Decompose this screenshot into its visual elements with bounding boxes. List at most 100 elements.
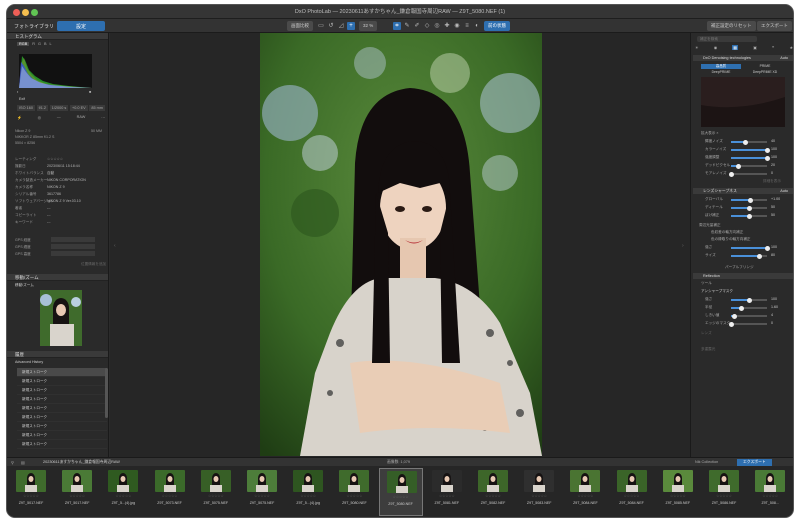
light-palette-icon[interactable]: ☀	[695, 45, 698, 50]
local-adjust-icon[interactable]: ◎	[433, 22, 441, 30]
multi-exposure-label[interactable]: 多重露光	[701, 347, 715, 352]
slider-knob[interactable]	[746, 213, 752, 219]
geometry-palette-icon[interactable]: ▣	[753, 45, 757, 50]
thumbnail-rating[interactable]: ☆☆☆☆☆	[702, 494, 746, 498]
adjustment-slider[interactable]	[731, 297, 767, 303]
slider-value[interactable]: 100	[771, 147, 777, 151]
slider-value[interactable]: 50	[771, 213, 775, 217]
chromatic-fringe-label[interactable]: 色の縁取りの軸方向補正	[711, 237, 751, 242]
history-item[interactable]: 新規ストローク	[17, 422, 107, 431]
filmstrip-thumbnail[interactable]: ☆☆☆☆☆ Z9T_5073.NEF	[148, 468, 192, 516]
filmstrip-thumbnail[interactable]: ☆☆☆☆☆ Z9T_5082.NEF	[471, 468, 515, 516]
export-top-button[interactable]: エクスポート	[757, 21, 792, 31]
channel-r[interactable]: R	[32, 42, 35, 46]
history-item[interactable]: 新規ストローク	[17, 404, 107, 413]
denoise-deepprime-option[interactable]: DeepPRIME	[701, 70, 741, 74]
adjustment-slider[interactable]	[728, 171, 767, 177]
denoise-hq-option[interactable]: 高品質	[701, 64, 741, 69]
thumbnail-rating[interactable]: ☆☆☆☆☆	[286, 494, 330, 498]
thumbnail-rating[interactable]: ☆☆☆☆☆	[517, 494, 561, 498]
color-palette-icon[interactable]: ◉	[714, 45, 717, 50]
slider-value[interactable]: 40	[771, 139, 775, 143]
adjustment-slider[interactable]	[731, 253, 767, 259]
gps-longitude-field[interactable]	[51, 237, 95, 242]
slider-value[interactable]: 0	[771, 171, 773, 175]
preview-section-header[interactable]: 移動/ズーム	[7, 274, 108, 281]
slider-value[interactable]: 4	[771, 313, 773, 317]
mask-icon[interactable]: ◐	[473, 22, 481, 30]
slider-knob[interactable]	[728, 171, 734, 177]
adjustment-slider[interactable]	[731, 139, 767, 145]
adjustment-slider[interactable]	[731, 245, 770, 251]
filmstrip-thumbnail[interactable]: ☆☆☆☆☆ Z9T_5...(4).jpg	[286, 468, 330, 516]
filter-icon[interactable]: ⚲	[11, 460, 14, 465]
history-item[interactable]: 新規ストローク	[17, 431, 107, 440]
thumbnail-rating[interactable]: ☆☆☆☆☆	[332, 494, 376, 498]
history-item[interactable]: 新規ストローク	[17, 368, 107, 377]
adjustment-slider[interactable]	[731, 163, 767, 169]
slider-value[interactable]: +1.00	[771, 197, 780, 201]
vignetting-label[interactable]: 周辺光量補正	[699, 223, 721, 228]
denoise-preview-window[interactable]	[701, 77, 785, 127]
slider-knob[interactable]	[748, 197, 754, 203]
chromatic-axial-label[interactable]: 色収差の軸方向補正	[711, 230, 743, 235]
filmstrip-thumbnail[interactable]: ☆☆☆☆☆ Z9T_5075.NEF	[240, 468, 284, 516]
slider-knob[interactable]	[746, 205, 752, 211]
slider-knob[interactable]	[735, 163, 741, 169]
picker-icon[interactable]: ✐	[413, 22, 421, 30]
slider-knob[interactable]	[742, 139, 748, 145]
slider-value[interactable]: 0	[771, 321, 773, 325]
slider-value[interactable]: 80	[771, 253, 775, 257]
filmstrip-thumbnail[interactable]: ☆☆☆☆☆ Z9T_5080.NEF	[332, 468, 376, 516]
adjustment-slider[interactable]	[731, 155, 770, 161]
zoom-icon[interactable]: +	[347, 22, 355, 30]
main-photo[interactable]	[260, 33, 542, 456]
shadow-clip-icon[interactable]: ◐	[17, 90, 19, 94]
effects-palette-icon[interactable]: ≡	[772, 45, 774, 50]
slider-knob[interactable]	[757, 253, 763, 259]
navigator-thumbnail[interactable]	[40, 290, 82, 346]
nik-collection-button[interactable]: Nik Collection	[695, 460, 718, 464]
history-section-header[interactable]: 履歴	[7, 351, 108, 358]
crop-icon[interactable]: ⌗	[393, 22, 401, 30]
tab-customize[interactable]: 設定	[57, 21, 105, 31]
slider-knob[interactable]	[732, 313, 738, 319]
compare-button[interactable]: 画面比較	[287, 21, 313, 31]
slider-value[interactable]: 100	[771, 245, 777, 249]
slider-knob[interactable]	[739, 305, 745, 311]
filmstrip-thumbnail[interactable]: ☆☆☆☆☆ Z9T_5...(4).jpg	[101, 468, 145, 516]
history-item[interactable]: 新規ストローク	[17, 386, 107, 395]
slider-value[interactable]: 1.60	[771, 305, 778, 309]
perspective-icon[interactable]: ◇	[423, 22, 431, 30]
thumbnail-rating[interactable]: ☆☆☆☆☆	[656, 494, 700, 498]
history-item[interactable]: 新規ストローク	[17, 440, 107, 449]
split-view-icon[interactable]: ▭	[317, 22, 325, 30]
adjustment-slider[interactable]	[731, 313, 767, 319]
lens-sharpness-section-header[interactable]: レンズシャープネス Auto	[693, 188, 793, 194]
lens-misc-label[interactable]: レンズ	[701, 331, 712, 336]
filmstrip-thumbnail[interactable]: ☆☆☆☆☆ Z9T_5080.NEF	[378, 468, 423, 516]
adjustment-slider[interactable]	[731, 197, 767, 203]
filmstrip-thumbnail[interactable]: ☆☆☆☆☆ Z9T_5081.NEF	[425, 468, 469, 516]
filmstrip-thumbnail[interactable]: ☆☆☆☆☆ Z9T_5083.NEF	[517, 468, 561, 516]
gps-latitude-field[interactable]	[51, 244, 95, 249]
view-mode-icon[interactable]: ▤	[21, 460, 25, 465]
reset-corrections-button[interactable]: 補正設定のリセット	[707, 21, 756, 31]
thumbnail-rating[interactable]: ☆☆☆☆☆	[610, 494, 654, 498]
export-bottom-button[interactable]: エクスポート	[737, 459, 772, 466]
slider-value[interactable]: 100	[771, 155, 777, 159]
filmstrip-thumbnail[interactable]: ☆☆☆☆☆ Z9T_5086.NEF	[702, 468, 746, 516]
slider-knob[interactable]	[764, 155, 770, 161]
adjustment-slider[interactable]	[731, 305, 767, 311]
filmstrip-thumbnail[interactable]: ☆☆☆☆☆ Z9T_5085.NEF	[656, 468, 700, 516]
filmstrip-thumbnail[interactable]: ☆☆☆☆☆ Z9T_5075.NEF	[194, 468, 238, 516]
slider-knob[interactable]	[764, 147, 770, 153]
thumbnail-rating[interactable]: ☆☆☆☆☆	[748, 494, 792, 498]
slider-knob[interactable]	[764, 245, 770, 251]
slider-knob[interactable]	[728, 321, 734, 327]
channel-rgb[interactable]: RGB	[17, 42, 30, 46]
adjustment-slider[interactable]	[731, 205, 767, 211]
channel-g[interactable]: G	[38, 42, 41, 46]
unsharp-mask-label[interactable]: アンシャープマスク	[701, 289, 733, 294]
slider-value[interactable]: 50	[771, 205, 775, 209]
